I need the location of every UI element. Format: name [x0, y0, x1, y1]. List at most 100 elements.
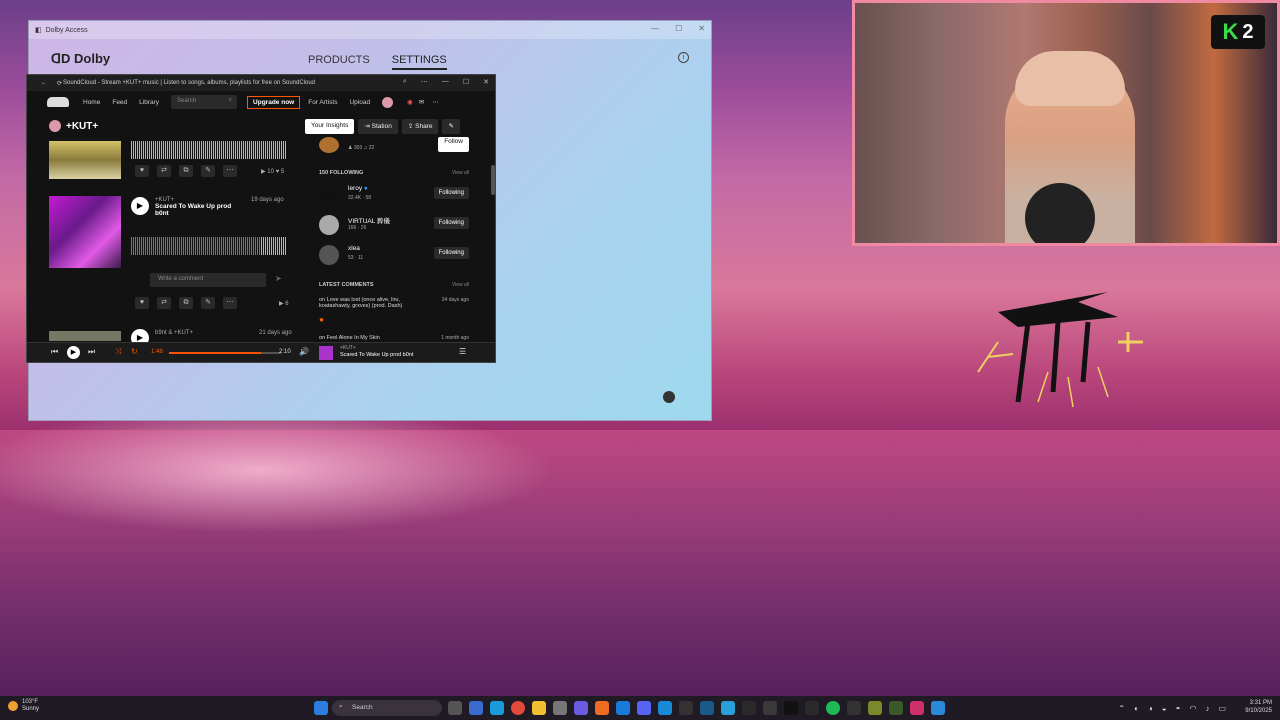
- edit-icon[interactable]: ✎: [201, 297, 215, 309]
- nav-feed[interactable]: Feed: [112, 99, 127, 106]
- obs-icon[interactable]: [763, 701, 777, 715]
- tray-app-icon[interactable]: ◒: [1162, 704, 1167, 713]
- zoom-icon[interactable]: ⌕: [403, 78, 407, 86]
- following-item[interactable]: xlea 53 · 11 Following: [319, 245, 469, 267]
- clock[interactable]: 3:31 PM 9/10/2025: [1245, 699, 1272, 715]
- instagram-icon[interactable]: [910, 701, 924, 715]
- file-explorer-icon[interactable]: [532, 701, 546, 715]
- track-waveform-played[interactable]: [131, 237, 261, 255]
- repost-icon[interactable]: ⇄: [157, 297, 171, 309]
- steam-icon[interactable]: [700, 701, 714, 715]
- telegram-icon[interactable]: [721, 701, 735, 715]
- shuffle-icon[interactable]: ⤨: [115, 347, 121, 357]
- discord-icon[interactable]: [637, 701, 651, 715]
- following-button[interactable]: Following: [433, 217, 469, 229]
- weather-widget[interactable]: 103°F Sunny: [8, 699, 39, 713]
- notepad-icon[interactable]: [931, 701, 945, 715]
- maximize-icon[interactable]: ☐: [675, 24, 682, 33]
- queue-icon[interactable]: ☰: [459, 347, 466, 356]
- minimize-icon[interactable]: —: [442, 78, 449, 86]
- more-icon[interactable]: ⋯: [223, 165, 237, 177]
- task-view-icon[interactable]: [448, 701, 462, 715]
- soundcloud-app-icon[interactable]: [595, 701, 609, 715]
- like-icon[interactable]: ♥: [135, 297, 149, 309]
- more-icon[interactable]: ⋯: [421, 78, 428, 86]
- dolby-round-button[interactable]: [663, 391, 675, 403]
- nav-home[interactable]: Home: [83, 99, 100, 106]
- settings-icon[interactable]: [553, 701, 567, 715]
- comment-item[interactable]: on Feel Alone In My Skin: [319, 335, 424, 341]
- tiktok-icon[interactable]: [784, 701, 798, 715]
- info-icon[interactable]: i: [678, 52, 689, 63]
- app-icon[interactable]: [889, 701, 903, 715]
- following-button[interactable]: Following: [433, 187, 469, 199]
- wifi-icon[interactable]: ◠: [1189, 704, 1196, 713]
- copy-link-icon[interactable]: ⧉: [179, 297, 193, 309]
- soundcloud-titlebar[interactable]: ← ⟳ SoundCloud - Stream +KUT+ music | Li…: [27, 75, 495, 91]
- like-icon[interactable]: ♥: [135, 165, 149, 177]
- messages-icon[interactable]: ✉: [419, 98, 424, 106]
- app-icon[interactable]: [805, 701, 819, 715]
- following-item[interactable]: VIRTUAL 葬儀 166 · 26 Following: [319, 215, 469, 237]
- track-artwork[interactable]: [49, 331, 121, 341]
- chevron-up-icon[interactable]: ⌃: [1118, 704, 1125, 713]
- volume-icon[interactable]: 🔊: [299, 347, 309, 356]
- app-icon[interactable]: [868, 701, 882, 715]
- track-artwork[interactable]: [49, 196, 121, 268]
- play-pause-button[interactable]: ▶: [67, 346, 80, 359]
- battery-icon[interactable]: ▭: [1218, 704, 1226, 713]
- copy-link-icon[interactable]: ⧉: [179, 165, 193, 177]
- store-icon[interactable]: [469, 701, 483, 715]
- copilot-icon[interactable]: [574, 701, 588, 715]
- more-icon[interactable]: ⋯: [432, 98, 439, 106]
- upgrade-button[interactable]: Upgrade now: [247, 95, 301, 109]
- share-button[interactable]: ⇪ Share: [401, 119, 439, 134]
- dolby-app-icon[interactable]: [616, 701, 630, 715]
- capcut-icon[interactable]: [679, 701, 693, 715]
- now-playing-artist[interactable]: +KUT+: [340, 345, 356, 351]
- volume-icon[interactable]: ♪: [1205, 704, 1209, 713]
- back-icon[interactable]: ←: [41, 80, 47, 86]
- search-input[interactable]: Search ⌕: [171, 95, 238, 109]
- play-button[interactable]: ▶: [131, 197, 149, 215]
- more-icon[interactable]: ⋯: [223, 297, 237, 309]
- app-icon[interactable]: [847, 701, 861, 715]
- minimize-icon[interactable]: —: [651, 24, 659, 33]
- tab-products[interactable]: PRODUCTS: [308, 54, 370, 70]
- spotify-icon[interactable]: [826, 701, 840, 715]
- comment-input[interactable]: Write a comment: [150, 273, 266, 287]
- dolby-titlebar[interactable]: ◧ Dolby Access: [29, 21, 711, 39]
- send-icon[interactable]: ➤: [275, 274, 282, 283]
- taskbar-search[interactable]: ⌕ Search: [332, 700, 442, 716]
- app-icon[interactable]: [658, 701, 672, 715]
- progress-bar[interactable]: [169, 352, 281, 354]
- scrollbar[interactable]: [491, 165, 495, 195]
- following-item[interactable]: leroy ● 32.4K · 58 Following: [319, 185, 469, 207]
- close-icon[interactable]: ✕: [698, 24, 705, 33]
- track-artwork[interactable]: [49, 141, 121, 179]
- insights-button[interactable]: Your Insights: [305, 119, 355, 134]
- edit-button[interactable]: ✎: [442, 119, 460, 134]
- track-waveform[interactable]: [131, 141, 287, 159]
- comment-item[interactable]: on Love was lost (once alive, liru, koat…: [319, 297, 424, 309]
- repeat-icon[interactable]: ↻: [131, 347, 138, 356]
- app-icon[interactable]: [742, 701, 756, 715]
- station-button[interactable]: ⇥ Station: [358, 119, 398, 134]
- track-artist[interactable]: b9nt & +KUT+: [155, 330, 193, 336]
- next-icon[interactable]: ⏭: [88, 347, 95, 357]
- following-button[interactable]: Following: [433, 247, 469, 259]
- tray-app-icon[interactable]: ◓: [1176, 704, 1181, 713]
- view-all-link[interactable]: View all: [452, 282, 469, 288]
- tab-settings[interactable]: SETTINGS: [391, 54, 447, 70]
- chrome-icon[interactable]: [511, 701, 525, 715]
- edge-icon[interactable]: [490, 701, 504, 715]
- nav-library[interactable]: Library: [139, 99, 159, 106]
- track-title[interactable]: Scared To Wake Up prod b0nt: [155, 203, 239, 217]
- track-waveform-remaining[interactable]: [261, 237, 287, 255]
- follow-button[interactable]: Follow: [438, 137, 469, 152]
- user-avatar[interactable]: [382, 96, 394, 108]
- previous-icon[interactable]: ⏮: [51, 347, 58, 357]
- reload-icon[interactable]: ⟳: [57, 80, 62, 87]
- repost-icon[interactable]: ⇄: [157, 165, 171, 177]
- maximize-icon[interactable]: ☐: [463, 78, 469, 86]
